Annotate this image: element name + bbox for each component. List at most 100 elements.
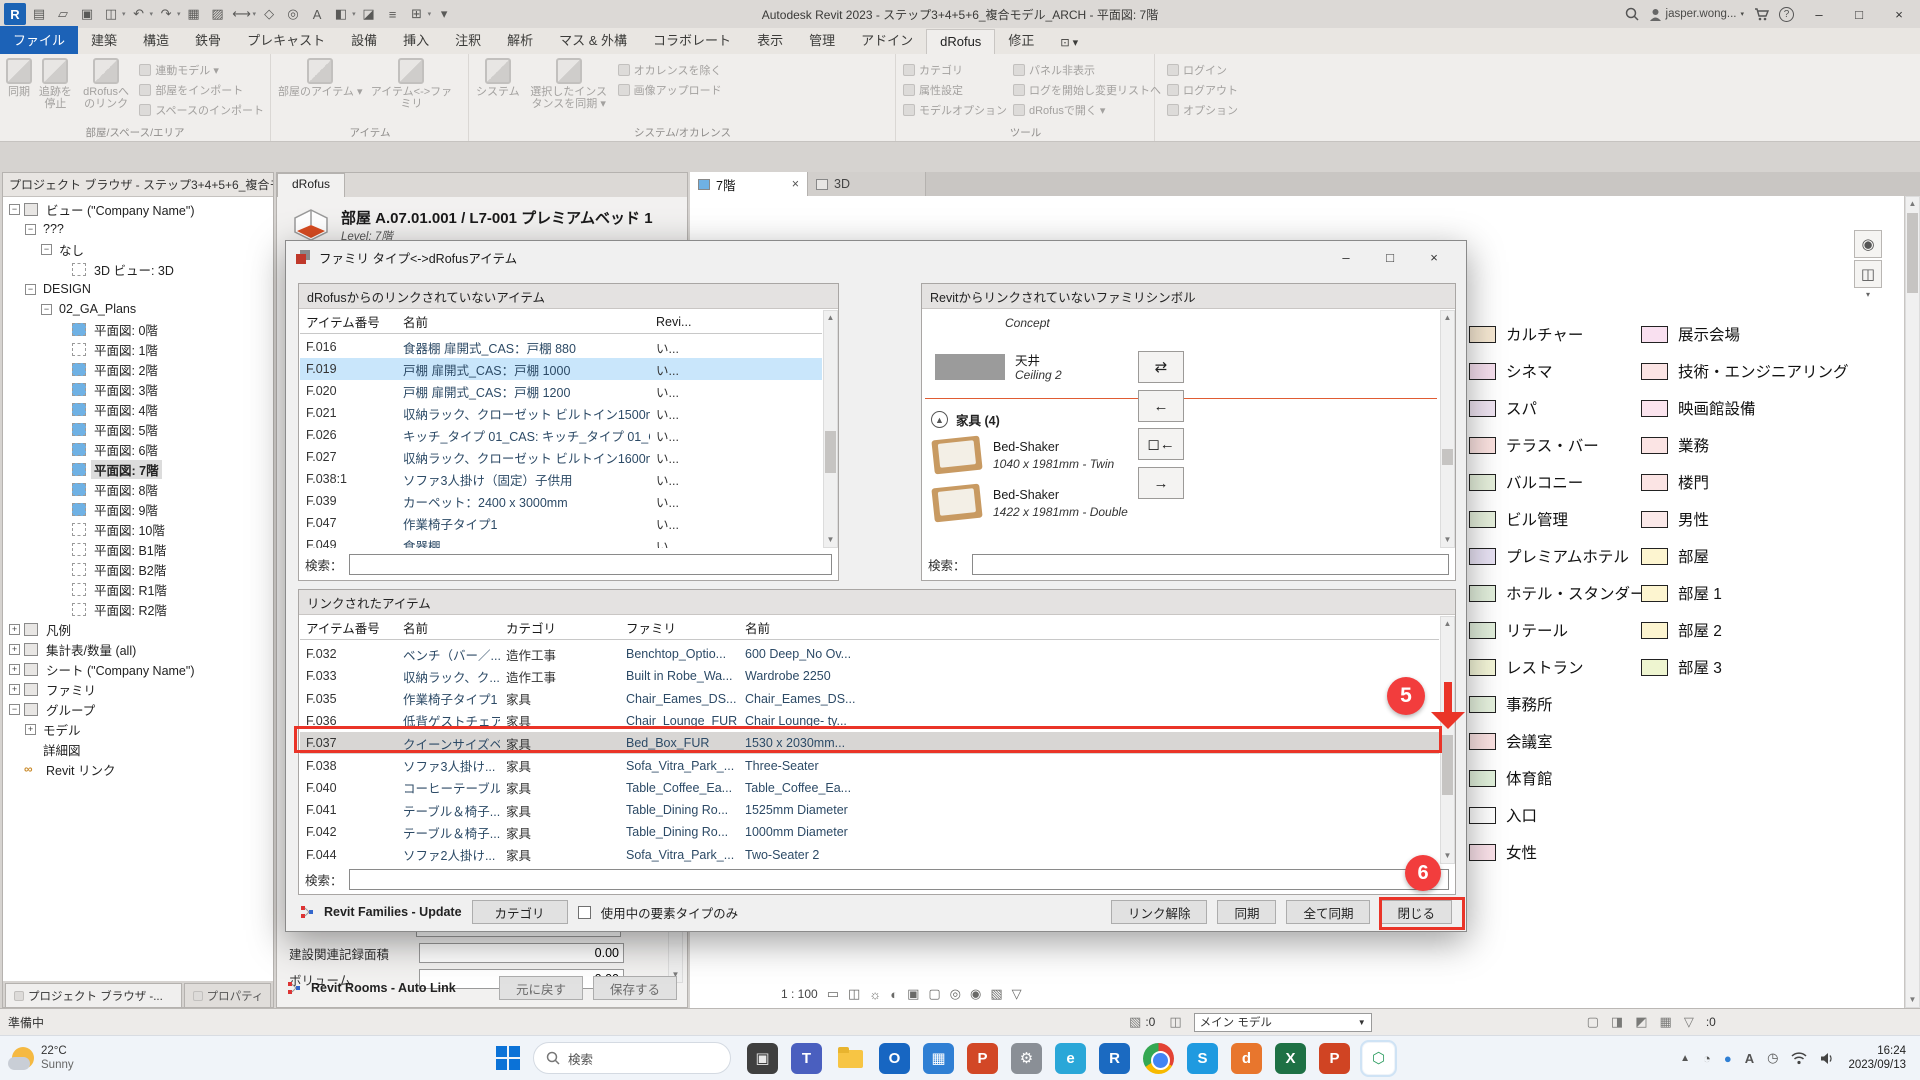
linked-item-row[interactable]: F.038ソファ3人掛け...家具Sofa_Vitra_Park_...Thre… xyxy=(300,755,1439,777)
ribbon-button-連動モデル ▾[interactable]: 連動モデル ▾ xyxy=(139,62,264,78)
scroll-thumb[interactable] xyxy=(1442,735,1453,795)
linked-item-row[interactable]: F.041テーブル＆椅子...家具Table_Dining Ro...1525m… xyxy=(300,799,1439,821)
column-header[interactable]: ファミリ xyxy=(620,618,739,637)
tree-item[interactable]: 平面図: B2階 xyxy=(3,559,273,579)
column-header[interactable]: 名前 xyxy=(397,618,500,637)
tree-item[interactable]: 平面図: R2階 xyxy=(3,599,273,619)
ribbon-tab-構造[interactable]: 構造 xyxy=(130,26,182,54)
canvas-scrollbar[interactable]: ▲ ▼ xyxy=(1905,196,1920,1008)
tree-expand-icon[interactable]: − xyxy=(9,204,20,215)
ribbon-tab-プレキャスト[interactable]: プレキャスト xyxy=(234,26,338,54)
taskbar-app-drofus[interactable]: d xyxy=(1231,1043,1262,1074)
dialog-maximize-icon[interactable]: □ xyxy=(1368,250,1412,265)
view-tab-3d[interactable]: 3D xyxy=(808,172,926,196)
tree-item[interactable]: 平面図: 6階 xyxy=(3,439,273,459)
canvas-scroll-thumb[interactable] xyxy=(1907,213,1918,293)
ribbon-button-ログアウト[interactable]: ログアウト xyxy=(1167,82,1238,98)
crop-region-icon[interactable]: ▢ xyxy=(928,986,940,1002)
ribbon-tab-修正[interactable]: 修正 xyxy=(995,26,1047,54)
taskbar-app-teams[interactable]: T xyxy=(791,1043,822,1074)
linked-items-scrollbar[interactable]: ▲ ▼ xyxy=(1440,616,1455,864)
measure-icon[interactable]: ⟷ xyxy=(231,3,253,25)
ribbon-tab-挿入[interactable]: 挿入 xyxy=(390,26,442,54)
tree-item[interactable]: −グループ xyxy=(3,699,273,719)
ribbon-tab-設備[interactable]: 設備 xyxy=(338,26,390,54)
crop-view-icon[interactable]: ▣ xyxy=(907,986,919,1002)
ribbon-tab-注釈[interactable]: 注釈 xyxy=(442,26,494,54)
print-icon[interactable]: ▦ xyxy=(183,3,205,25)
scroll-down-icon[interactable]: ▼ xyxy=(1441,533,1454,547)
scroll-down-icon[interactable]: ▼ xyxy=(1441,849,1454,863)
tree-item[interactable]: 平面図: 4階 xyxy=(3,399,273,419)
taskbar-search[interactable]: 検索 xyxy=(533,1042,731,1074)
column-header[interactable]: カテゴリ xyxy=(500,618,620,637)
view-tab-7f[interactable]: 7階 × xyxy=(690,172,808,196)
scale-label[interactable]: 1 : 100 xyxy=(781,987,818,1001)
transfer-icon-dropdown[interactable]: ▾ xyxy=(122,10,126,18)
category-button[interactable]: カテゴリ xyxy=(472,900,568,924)
column-header[interactable]: アイテム番号 xyxy=(300,312,397,331)
close-view-icon[interactable]: × xyxy=(792,177,799,191)
project-browser-title[interactable]: プロジェクト ブラウザ - ステップ3+4+5+6_複合モデ... xyxy=(3,173,273,197)
tree-item[interactable]: 平面図: 1階 xyxy=(3,339,273,359)
linked-items-search-input[interactable] xyxy=(349,869,1449,890)
worksets-icon[interactable]: ▧ xyxy=(1129,1014,1141,1030)
tree-item[interactable]: −02_GA_Plans xyxy=(3,299,273,319)
teams-status-icon[interactable]: ● xyxy=(1724,1051,1732,1066)
tree-item[interactable]: −なし xyxy=(3,239,273,259)
linked-item-row[interactable]: F.036低背ゲストチェア家具Chair_Lounge_FURChair Lou… xyxy=(300,710,1439,732)
modify-options-dropdown[interactable]: ⊡ ▾ xyxy=(1047,32,1091,54)
taskbar-app-revit[interactable]: R xyxy=(1099,1043,1130,1074)
tab-properties[interactable]: プロパティ xyxy=(184,983,271,1007)
tree-expand-icon[interactable]: − xyxy=(9,704,20,715)
ribbon-button-部屋のアイテム ▾[interactable]: 部屋のアイテム ▾ xyxy=(278,58,362,98)
tree-expand-icon[interactable]: + xyxy=(9,644,20,655)
tree-item[interactable]: −DESIGN xyxy=(3,279,273,299)
hidden-icons-chevron[interactable]: ▲ xyxy=(1680,1053,1690,1064)
taskbar-app-file-explorer[interactable] xyxy=(835,1043,866,1074)
taskbar-app-powerpoint-2[interactable]: P xyxy=(1319,1043,1350,1074)
tree-item[interactable]: 平面図: 10階 xyxy=(3,519,273,539)
design-options-select[interactable]: メイン モデル▼ xyxy=(1194,1013,1372,1032)
sync-button[interactable]: 同期 xyxy=(1217,900,1276,924)
tree-item[interactable]: 平面図: 9階 xyxy=(3,499,273,519)
tree-item[interactable]: +ファミリ xyxy=(3,679,273,699)
reveal-hidden-icon[interactable]: ◉ xyxy=(970,986,981,1002)
unlinked-item-row[interactable]: F.026キッチ_タイプ 01_CAS: キッチ_タイプ 01_CASい... xyxy=(300,424,822,446)
tree-expand-icon[interactable]: + xyxy=(9,664,20,675)
scroll-thumb[interactable] xyxy=(825,431,836,473)
linked-item-row[interactable]: F.040コーヒーテーブル家具Table_Coffee_Ea...Table_C… xyxy=(300,777,1439,799)
linked-item-row[interactable]: F.037クイーンサイズベ...家具Bed_Box_FUR1530 x 2030… xyxy=(300,732,1439,754)
tree-item[interactable]: 平面図: 5階 xyxy=(3,419,273,439)
tab-drofus[interactable]: dRofus xyxy=(277,173,345,197)
export-pdf-icon[interactable]: ▨ xyxy=(207,3,229,25)
taskbar-app-excel[interactable]: X xyxy=(1275,1043,1306,1074)
tree-item[interactable]: 平面図: 3階 xyxy=(3,379,273,399)
ribbon-tab-表示[interactable]: 表示 xyxy=(744,26,796,54)
recent-documents-icon[interactable]: ▤ xyxy=(28,3,50,25)
ribbon-tab-コラボレート[interactable]: コラボレート xyxy=(640,26,744,54)
steering-wheel-icon[interactable]: ◉ xyxy=(1854,230,1882,258)
ribbon-button-パネル非表示[interactable]: パネル非表示 xyxy=(1013,62,1161,78)
ribbon-button-ログを開始し変更リストへ[interactable]: ログを開始し変更リストへ xyxy=(1013,82,1161,98)
tree-item[interactable]: +集計表/数量 (all) xyxy=(3,639,273,659)
volume-icon[interactable] xyxy=(1820,1052,1835,1065)
default-3d-view-icon[interactable]: ◧ xyxy=(330,3,352,25)
ribbon-tab-解析[interactable]: 解析 xyxy=(494,26,546,54)
design-options-icon[interactable]: ◫ xyxy=(1169,1014,1181,1030)
family-item-concept[interactable]: Concept xyxy=(1005,316,1050,330)
ime-mode-icon[interactable]: A xyxy=(1745,1051,1754,1066)
ribbon-button-属性設定[interactable]: 属性設定 xyxy=(903,82,1007,98)
weather-widget[interactable]: 22°C Sunny xyxy=(0,1044,120,1072)
scroll-up-icon[interactable]: ▲ xyxy=(1441,311,1454,325)
taskbar-app-skype[interactable]: S xyxy=(1187,1043,1218,1074)
taskbar-app-settings[interactable]: ⚙ xyxy=(1011,1043,1042,1074)
signed-in-user[interactable]: jasper.wong... ▾ xyxy=(1649,8,1744,21)
transfer-icon[interactable]: ◫ xyxy=(100,3,122,25)
tree-item[interactable]: 3D ビュー: 3D xyxy=(3,259,273,279)
link-new-type-button[interactable]: ◻← xyxy=(1138,428,1184,460)
tab-project-browser[interactable]: プロジェクト ブラウザ -... xyxy=(5,983,182,1007)
onedrive-icon[interactable]: ◔ xyxy=(1703,1051,1711,1066)
unlinked-families-search-input[interactable] xyxy=(972,554,1449,575)
redo-icon[interactable]: ↷ xyxy=(155,3,177,25)
